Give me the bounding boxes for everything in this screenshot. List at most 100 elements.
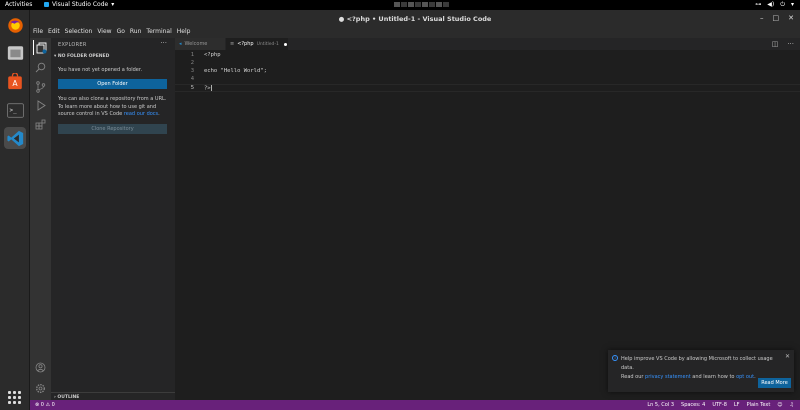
files-icon[interactable] — [4, 42, 26, 64]
warning-count: 0 — [51, 402, 55, 408]
notification-message: Help improve VS Code by allowing Microso… — [621, 355, 781, 382]
line-number: 4 — [190, 76, 194, 82]
menu-file[interactable]: File — [33, 28, 43, 38]
source-control-icon[interactable] — [33, 79, 48, 94]
settings-gear-icon[interactable] — [33, 381, 48, 396]
run-debug-icon[interactable] — [33, 98, 48, 113]
clock[interactable] — [394, 2, 449, 7]
search-icon[interactable] — [33, 60, 48, 75]
tab-welcome-label: Welcome — [184, 41, 208, 47]
error-icon: ⊗ — [35, 402, 40, 408]
close-notification-icon[interactable]: ✕ — [785, 353, 790, 360]
system-top-bar: Activities Visual Studio Code ▾ ⊶ ◀) ⏻ ▾ — [0, 0, 800, 10]
code-line: 2 — [175, 60, 800, 68]
no-folder-section-label: NO FOLDER OPENED — [57, 54, 110, 59]
read-docs-link[interactable]: read our docs — [124, 111, 158, 117]
menu-bar: File Edit Selection View Go Run Terminal… — [30, 28, 800, 38]
tab-untitled-label: <?php — [237, 41, 254, 47]
cursor-position[interactable]: Ln 5, Col 3 — [647, 402, 674, 408]
show-applications-icon[interactable] — [8, 391, 21, 404]
window-title: ● <?php • Untitled-1 - Visual Studio Cod… — [338, 15, 492, 23]
notification-text: . — [754, 374, 756, 380]
menu-selection[interactable]: Selection — [65, 28, 93, 38]
menu-view[interactable]: View — [97, 28, 111, 38]
minimize-icon[interactable]: – — [760, 14, 764, 22]
code-text: echo "Hello World"; — [204, 68, 267, 74]
code-text: ?> — [204, 85, 211, 92]
more-actions-icon[interactable]: ··· — [787, 40, 794, 48]
file-icon: ≡ — [230, 41, 235, 47]
problems-indicator[interactable]: ⊗ 0 ⚠ 0 — [35, 402, 55, 408]
activities-button[interactable]: Activities — [5, 1, 32, 8]
text-cursor — [210, 85, 212, 91]
open-folder-button[interactable]: Open Folder — [58, 79, 167, 89]
outline-section[interactable]: › OUTLINE — [51, 392, 175, 400]
telemetry-notification: i Help improve VS Code by allowing Micro… — [608, 350, 794, 392]
dock: A >_ — [0, 10, 30, 410]
menu-terminal[interactable]: Terminal — [146, 28, 171, 38]
status-bar: ⊗ 0 ⚠ 0 Ln 5, Col 3 Spaces: 4 UTF-8 LF P… — [30, 400, 800, 410]
code-line-current: 5 ?> — [175, 84, 800, 92]
vscode-icon[interactable] — [4, 127, 26, 149]
system-tray[interactable]: ⊶ ◀) ⏻ ▾ — [755, 1, 794, 9]
no-folder-section[interactable]: ▾ NO FOLDER OPENED — [54, 54, 109, 59]
accounts-icon[interactable] — [33, 360, 48, 375]
activity-bar — [30, 38, 51, 400]
line-number: 1 — [190, 52, 194, 58]
power-icon[interactable]: ⏻ — [780, 1, 785, 9]
unsaved-dot-icon[interactable] — [283, 42, 287, 46]
encoding[interactable]: UTF-8 — [712, 402, 727, 408]
line-number: 3 — [190, 68, 194, 74]
info-icon: i — [612, 355, 618, 361]
menu-run[interactable]: Run — [130, 28, 142, 38]
code-text: <?php — [204, 52, 221, 58]
warning-icon: ⚠ — [45, 402, 51, 408]
line-number: 5 — [190, 85, 194, 91]
code-line: 3 echo "Hello World"; — [175, 68, 800, 76]
clone-message-end: . — [158, 111, 160, 117]
line-number: 2 — [190, 60, 194, 66]
clone-repository-button[interactable]: Clone Repository — [58, 124, 167, 134]
tab-untitled-sub: Untitled-1 — [256, 41, 279, 47]
read-more-button[interactable]: Read More — [758, 378, 791, 388]
indentation[interactable]: Spaces: 4 — [681, 402, 705, 408]
explorer-header: EXPLORER — [58, 42, 87, 48]
chevron-down-icon: ▾ — [111, 1, 115, 8]
notifications-bell-icon[interactable]: ♫ — [790, 402, 794, 408]
notification-text: and learn how to — [690, 374, 737, 380]
explorer-icon[interactable] — [33, 40, 48, 55]
app-menu[interactable]: Visual Studio Code ▾ — [44, 1, 114, 8]
firefox-icon[interactable] — [4, 14, 26, 36]
window-title-bar: ● <?php • Untitled-1 - Visual Studio Cod… — [30, 10, 800, 28]
volume-icon[interactable]: ◀) — [767, 1, 774, 9]
error-count: 0 — [40, 402, 44, 408]
notification-text: Read our — [621, 374, 646, 380]
menu-go[interactable]: Go — [117, 28, 125, 38]
notification-line-1: Help improve VS Code by allowing Microso… — [621, 356, 773, 371]
chevron-down-icon[interactable]: ▾ — [791, 1, 794, 9]
svg-text:A: A — [12, 78, 18, 87]
end-of-line[interactable]: LF — [734, 402, 740, 408]
editor-tab-bar: ◂ Welcome ≡ <?php Untitled-1 ◫ ··· — [175, 38, 800, 50]
language-mode[interactable]: Plain Text — [747, 402, 771, 408]
menu-edit[interactable]: Edit — [48, 28, 60, 38]
app-menu-label: Visual Studio Code — [52, 1, 109, 8]
maximize-icon[interactable]: □ — [773, 14, 780, 22]
feedback-icon[interactable]: ☺ — [777, 402, 782, 408]
privacy-statement-link[interactable]: privacy statement — [645, 374, 691, 380]
opt-out-link[interactable]: opt out — [736, 374, 754, 380]
code-line: 1 <?php — [175, 52, 800, 60]
code-editor[interactable]: 1 <?php 2 3 echo "Hello World"; 4 5 ?> — [175, 50, 800, 400]
extensions-icon[interactable] — [33, 117, 48, 132]
close-icon[interactable]: ✕ — [788, 14, 794, 22]
more-actions-icon[interactable]: ··· — [160, 39, 167, 47]
software-center-icon[interactable]: A — [4, 70, 26, 92]
network-icon[interactable]: ⊶ — [755, 1, 761, 9]
tab-untitled[interactable]: ≡ <?php Untitled-1 — [226, 38, 288, 50]
explorer-sidebar: EXPLORER ··· ▾ NO FOLDER OPENED You have… — [51, 38, 175, 400]
split-editor-icon[interactable]: ◫ — [772, 40, 779, 48]
tab-welcome[interactable]: ◂ Welcome — [175, 38, 225, 50]
no-folder-message: You have not yet opened a folder. — [58, 67, 143, 73]
menu-help[interactable]: Help — [177, 28, 191, 38]
terminal-icon[interactable]: >_ — [4, 99, 26, 121]
